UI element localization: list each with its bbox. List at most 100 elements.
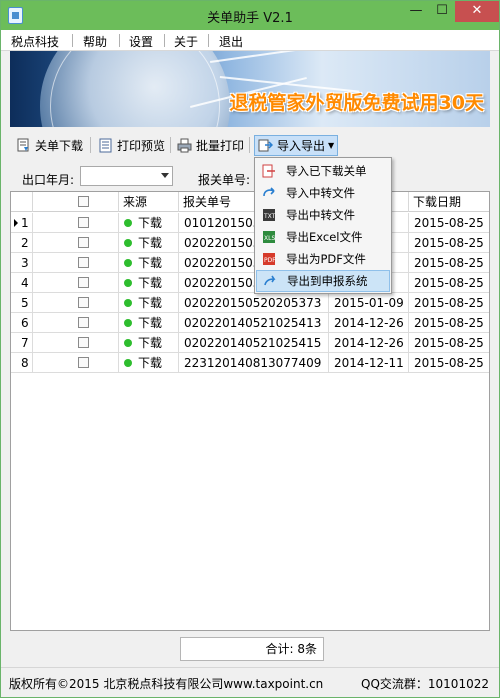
row-checkbox[interactable]	[78, 337, 89, 348]
table-row[interactable]: 3 下载 0202201505200 2015-08-25	[11, 253, 489, 273]
source-cell: 下载	[119, 293, 179, 313]
minimize-button[interactable]: —	[403, 1, 429, 22]
download-date-cell: 2015-08-25	[409, 353, 489, 373]
row-index: 3	[21, 256, 29, 270]
export-date-cell: 2014-12-26	[329, 333, 409, 353]
select-all-checkbox[interactable]	[78, 196, 89, 207]
print-preview-button[interactable]: 打印预览	[98, 135, 165, 156]
row-checkbox[interactable]	[78, 317, 89, 328]
menu-item-import-downloaded[interactable]: 导入已下载关单	[256, 160, 390, 182]
table-row[interactable]: 2 下载 0202201505200 2015-08-25	[11, 233, 489, 253]
declaration-no-label: 报关单号:	[198, 173, 251, 187]
menu-separator	[72, 34, 73, 47]
row-checkbox[interactable]	[78, 277, 89, 288]
menu-bar: 税点科技 帮助 设置 关于 退出	[1, 30, 499, 51]
menu-item-export-declaration[interactable]: 导出到申报系统	[256, 270, 390, 292]
table-row[interactable]: 1 下载 0101201505100 2015-08-25	[11, 213, 489, 233]
row-checkbox[interactable]	[78, 217, 89, 228]
menu-exit[interactable]: 退出	[219, 33, 243, 50]
import-export-menu: 导入已下载关单 导入中转文件 TXT 导出中转文件 XLS 导出Excel文件 …	[254, 157, 392, 294]
status-dot-icon	[124, 239, 132, 247]
batch-print-button[interactable]: 批量打印	[177, 135, 244, 156]
source-value: 下载	[138, 316, 163, 330]
source-value: 下载	[138, 216, 163, 230]
status-dot-icon	[124, 259, 132, 267]
batch-print-label: 批量打印	[196, 139, 245, 153]
row-indicator: 2	[11, 233, 33, 253]
download-date-cell: 2015-08-25	[409, 293, 489, 313]
source-cell: 下载	[119, 233, 179, 253]
row-index: 7	[21, 336, 29, 350]
download-button[interactable]: 关单下载	[16, 135, 83, 156]
table-header: 来源 报关单号 下载日期	[11, 192, 489, 212]
export-date-cell: 2014-12-26	[329, 313, 409, 333]
table-row[interactable]: 6 下载 020220140521025413 2014-12-26 2015-08-2…	[11, 313, 489, 333]
print-preview-label: 打印预览	[117, 139, 166, 153]
status-dot-icon	[124, 219, 132, 227]
year-month-select[interactable]	[80, 166, 173, 186]
source-cell: 下载	[119, 213, 179, 233]
row-index: 2	[21, 236, 29, 250]
app-window: 关单助手 V2.1 — ☐ ✕ 税点科技 帮助 设置 关于 退出 退税管家外贸版…	[0, 0, 500, 698]
row-checkbox[interactable]	[78, 237, 89, 248]
row-count-summary: 合计: 8条	[180, 637, 324, 661]
row-select-cell	[33, 213, 119, 233]
header-row-indicator	[11, 192, 33, 212]
export-date-cell: 2015-01-09	[329, 293, 409, 313]
menu-item-label: 导出Excel文件	[286, 230, 363, 244]
menu-separator	[119, 34, 120, 47]
row-select-cell	[33, 253, 119, 273]
svg-text:XLS: XLS	[264, 235, 275, 242]
printer-icon	[177, 138, 192, 153]
declaration-no-cell: 020220140521025415	[179, 333, 329, 353]
menu-item-import-transfer[interactable]: 导入中转文件	[256, 182, 390, 204]
copyright-text: 版权所有©2015 北京税点科技有限公司www.taxpoint.cn	[9, 677, 324, 691]
menu-about[interactable]: 关于	[174, 33, 198, 50]
menu-item-export-excel[interactable]: XLS 导出Excel文件	[256, 226, 390, 248]
header-source[interactable]: 来源	[119, 192, 179, 212]
download-date-cell: 2015-08-25	[409, 213, 489, 233]
maximize-button[interactable]: ☐	[429, 1, 455, 22]
promo-banner[interactable]: 退税管家外贸版免费试用30天	[10, 51, 490, 127]
row-checkbox[interactable]	[78, 257, 89, 268]
status-dot-icon	[124, 299, 132, 307]
download-date-cell: 2015-08-25	[409, 333, 489, 353]
menu-taxpoint[interactable]: 税点科技	[11, 33, 59, 50]
row-select-cell	[33, 333, 119, 353]
preview-icon	[98, 138, 113, 153]
table-row[interactable]: 7 下载 020220140521025415 2014-12-26 2015-08-2…	[11, 333, 489, 353]
table-row[interactable]: 8 下载 223120140813077409 2014-12-11 2015-08-2…	[11, 353, 489, 373]
menu-separator	[164, 34, 165, 47]
row-checkbox[interactable]	[78, 297, 89, 308]
status-dot-icon	[124, 359, 132, 367]
close-button[interactable]: ✕	[455, 1, 499, 22]
row-index: 4	[21, 276, 29, 290]
download-date-cell: 2015-08-25	[409, 233, 489, 253]
import-export-label: 导入导出	[277, 139, 326, 153]
source-value: 下载	[138, 276, 163, 290]
toolbar-separator	[249, 137, 250, 153]
row-checkbox[interactable]	[78, 357, 89, 368]
status-dot-icon	[124, 279, 132, 287]
table-row[interactable]: 5 下载 020220150520205373 2015-01-09 2015-08-2…	[11, 293, 489, 313]
source-cell: 下载	[119, 273, 179, 293]
row-index: 6	[21, 316, 29, 330]
source-value: 下载	[138, 236, 163, 250]
row-index: 8	[21, 356, 29, 370]
table-row[interactable]: 4 下载 0202201505200 2015-08-25	[11, 273, 489, 293]
menu-settings[interactable]: 设置	[129, 33, 153, 50]
row-indicator: 8	[11, 353, 33, 373]
toolbar: 关单下载 打印预览 批量打印 导入导出 ▼	[10, 133, 490, 158]
declaration-table: 来源 报关单号 下载日期 1 下载 0101201505100 2015-08-25 2…	[10, 191, 490, 631]
menu-help[interactable]: 帮助	[83, 33, 107, 50]
header-select-all[interactable]	[33, 192, 119, 212]
toolbar-separator	[90, 137, 91, 153]
import-export-button[interactable]: 导入导出 ▼	[254, 135, 339, 156]
header-download-date[interactable]: 下载日期	[409, 192, 489, 212]
row-indicator: 4	[11, 273, 33, 293]
menu-item-export-pdf[interactable]: PDF 导出为PDF文件	[256, 248, 390, 270]
svg-text:PDF: PDF	[264, 257, 276, 264]
row-index: 5	[21, 296, 29, 310]
year-month-label: 出口年月:	[22, 173, 75, 187]
menu-item-export-transfer[interactable]: TXT 导出中转文件	[256, 204, 390, 226]
